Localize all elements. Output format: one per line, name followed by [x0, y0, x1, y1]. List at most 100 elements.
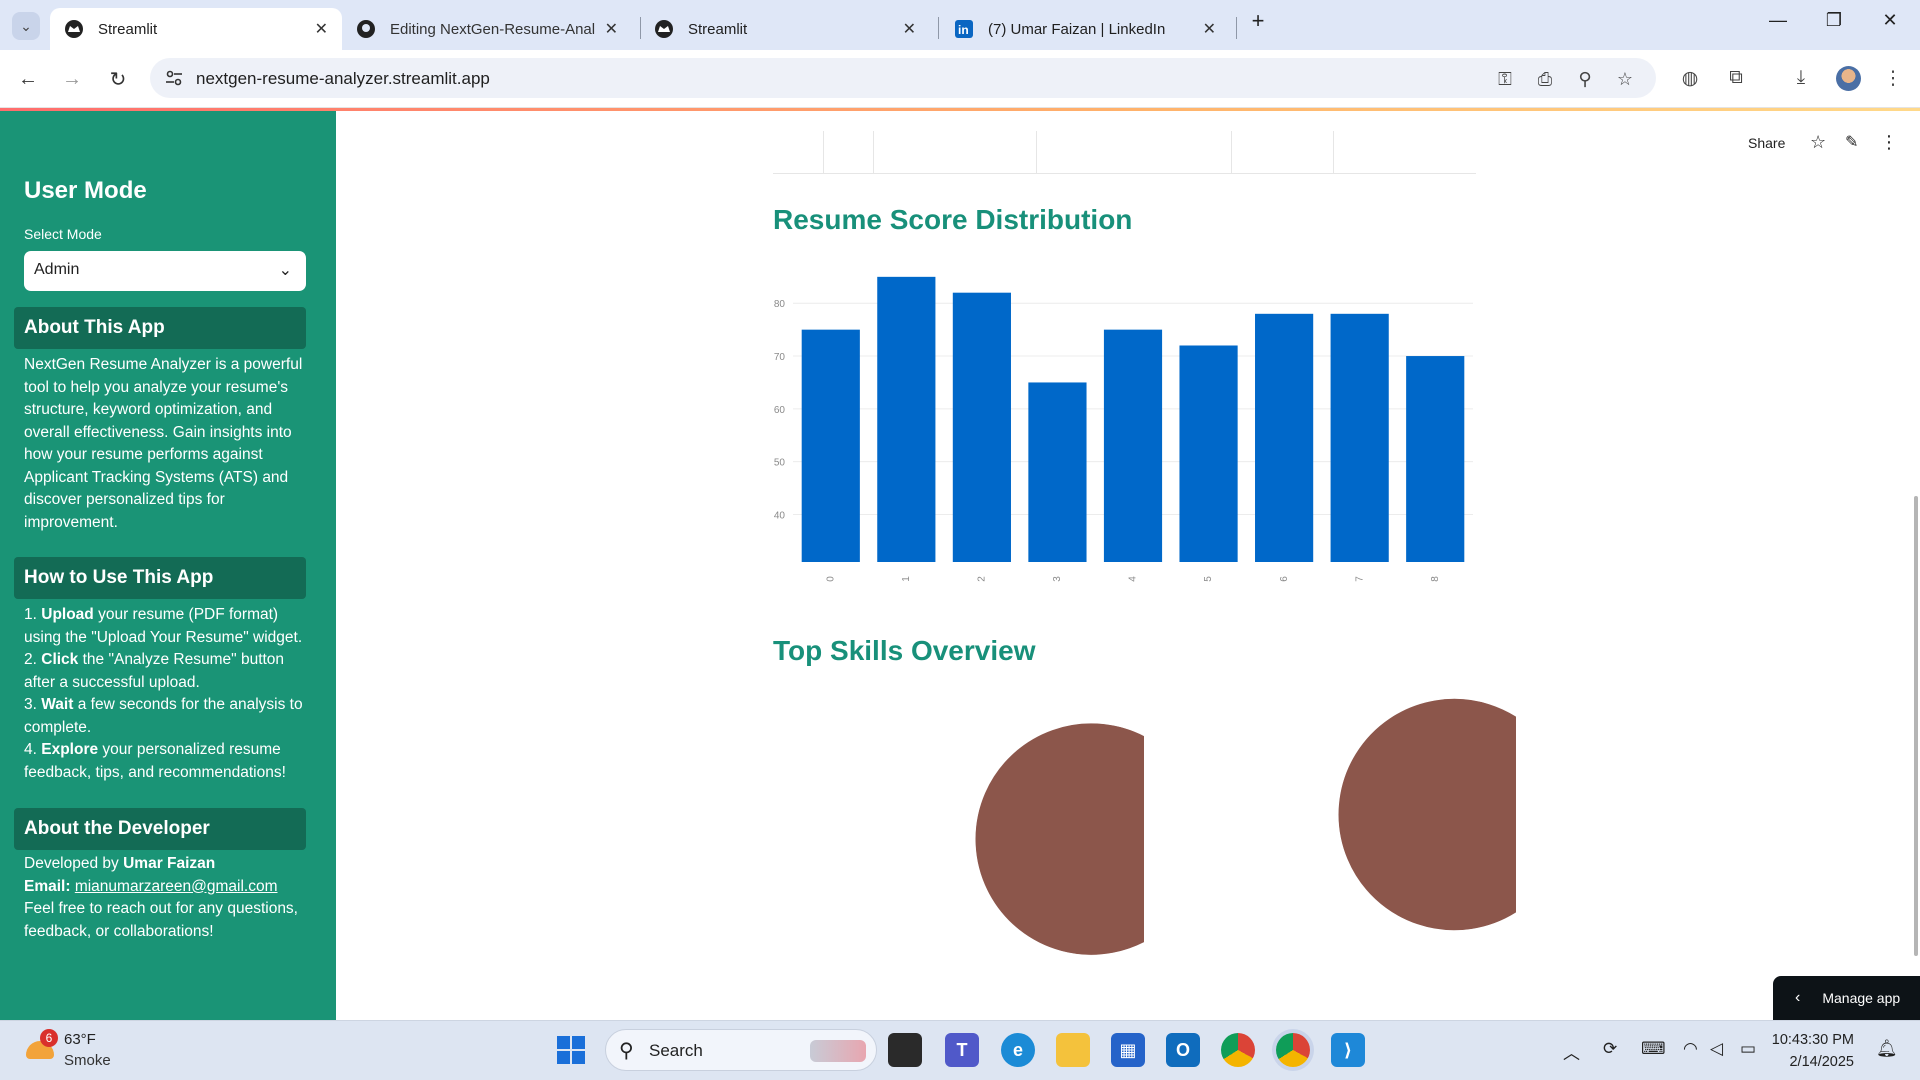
outlook-icon[interactable]: O — [1166, 1033, 1200, 1067]
edit-pencil-icon[interactable]: ✎ — [1845, 132, 1858, 152]
tab-streamlit-active[interactable]: Streamlit ✕ — [50, 8, 342, 50]
wifi-icon[interactable]: ◠ — [1683, 1039, 1698, 1059]
tab-github[interactable]: Editing NextGen-Resume-Analy ✕ — [342, 8, 632, 50]
search-label: Search — [649, 1041, 703, 1060]
score-distribution-title: Resume Score Distribution — [773, 204, 1133, 235]
streamlit-icon — [64, 19, 84, 39]
zoom-icon[interactable]: ⚲ — [1574, 68, 1596, 90]
linkedin-icon: in — [954, 19, 974, 39]
restore-icon[interactable]: ❐ — [1814, 10, 1854, 31]
tab-linkedin[interactable]: in (7) Umar Faizan | LinkedIn ✕ — [940, 8, 1230, 50]
url-omnibox[interactable]: nextgen-resume-analyzer.streamlit.app ⚿ … — [150, 58, 1656, 98]
close-icon[interactable]: ✕ — [1203, 19, 1216, 39]
battery-icon[interactable]: ▭ — [1740, 1039, 1756, 1059]
forward-icon[interactable]: → — [58, 65, 86, 93]
developer-line: Developed by Umar Faizan — [24, 855, 216, 872]
bar — [1406, 356, 1465, 562]
bar — [1330, 313, 1389, 562]
windows-start-icon[interactable] — [554, 1033, 588, 1067]
manage-app-label: Manage app — [1822, 990, 1901, 1006]
notification-bell-icon[interactable]: 🔔︎ — [1876, 1039, 1898, 1059]
chrome-icon[interactable] — [1276, 1033, 1310, 1067]
tab-title: Streamlit — [688, 20, 748, 38]
howto-steps: 1. Upload your resume (PDF format) using… — [24, 604, 314, 784]
download-icon[interactable]: ⤓ — [1788, 65, 1814, 91]
y-tick-label: 50 — [774, 458, 786, 469]
mode-select-value: Admin — [34, 261, 80, 278]
bar — [877, 276, 936, 562]
ms-store-icon[interactable]: ▦ — [1111, 1033, 1145, 1067]
extension-globe-icon[interactable]: ◍ — [1677, 65, 1703, 91]
select-mode-label: Select Mode — [24, 226, 102, 242]
file-explorer-icon[interactable] — [1056, 1033, 1090, 1067]
howto-heading: How to Use This App — [14, 557, 306, 599]
developer-heading: About the Developer — [14, 808, 306, 850]
close-icon[interactable]: ✕ — [605, 19, 618, 39]
x-tick-label: 1 — [901, 576, 912, 582]
install-app-icon[interactable]: ⎙ — [1534, 68, 1556, 90]
page-scrollbar[interactable] — [1914, 496, 1918, 956]
taskbar-search[interactable]: ⚲ Search — [605, 1029, 877, 1071]
vscode-icon[interactable]: ⟩ — [1331, 1033, 1365, 1067]
mode-select[interactable]: Admin ⌄ — [24, 251, 306, 291]
profile-avatar[interactable] — [1836, 66, 1861, 91]
tab-title: (7) Umar Faizan | LinkedIn — [988, 20, 1166, 38]
extensions-puzzle-icon[interactable]: ⧉ — [1723, 65, 1749, 91]
tab-streamlit[interactable]: Streamlit ✕ — [640, 8, 930, 50]
tab-search-chevron-icon[interactable]: ⌄ — [12, 12, 40, 40]
x-tick-label: 8 — [1430, 576, 1441, 582]
tab-title: Streamlit — [98, 20, 158, 38]
chevron-left-icon: ‹ — [1795, 989, 1801, 1006]
task-view-icon[interactable] — [888, 1033, 922, 1067]
edge-icon[interactable]: e — [1001, 1033, 1035, 1067]
tab-separator — [1236, 17, 1237, 39]
browser-menu-icon[interactable]: ⋮ — [1880, 65, 1906, 91]
bookmark-star-icon[interactable]: ☆ — [1614, 68, 1636, 90]
teams-icon[interactable]: T — [945, 1033, 979, 1067]
search-icon: ⚲ — [619, 1040, 634, 1062]
star-icon[interactable]: ☆ — [1810, 132, 1826, 153]
x-tick-label: 0 — [825, 576, 836, 582]
minimize-icon[interactable]: — — [1758, 10, 1798, 31]
system-clock[interactable]: 10:43:30 PM 2/14/2025 — [1772, 1029, 1854, 1073]
sidebar: User Mode Select Mode Admin ⌄ About This… — [0, 111, 336, 1021]
close-window-icon[interactable]: ✕ — [1870, 10, 1910, 31]
reload-icon[interactable]: ↻ — [104, 65, 132, 93]
volume-icon[interactable]: ◁ — [1710, 1039, 1723, 1059]
weather-widget[interactable]: 6 63°F Smoke — [20, 1027, 130, 1075]
sync-icon[interactable]: ⟳ — [1603, 1039, 1617, 1059]
developer-info: Developed by Umar Faizan Email: mianumar… — [24, 853, 314, 943]
clock-time: 10:43:30 PM — [1771, 1032, 1854, 1048]
close-icon[interactable]: ✕ — [315, 19, 328, 39]
new-tab-icon[interactable]: + — [1238, 8, 1278, 34]
howto-step: 1. Upload your resume (PDF format) using… — [24, 606, 303, 646]
manage-app-button[interactable]: ‹ Manage app — [1773, 976, 1920, 1020]
windows-taskbar: 6 63°F Smoke ⚲ Search T e ▦ O ⟩ ︿ ⟳ ⌨ ◠ … — [0, 1020, 1920, 1080]
site-settings-icon[interactable] — [164, 68, 184, 88]
bar — [801, 329, 860, 562]
weather-temp: 63°F — [64, 1031, 96, 1048]
chrome-profile-icon[interactable] — [1221, 1033, 1255, 1067]
close-icon[interactable]: ✕ — [903, 19, 916, 39]
bar — [1179, 345, 1238, 562]
current-skills-pie-chart: Current Skills3.6%Communication3.6%Teamw… — [974, 722, 1144, 956]
email-link[interactable]: mianumarzareen@gmail.com — [75, 878, 278, 895]
about-app-heading: About This App — [14, 307, 306, 349]
howto-step: 3. Wait a few seconds for the analysis t… — [24, 696, 303, 736]
app-menu-icon[interactable]: ⋮ — [1880, 132, 1898, 153]
tab-title: Editing NextGen-Resume-Analy — [390, 20, 595, 38]
password-key-icon[interactable]: ⚿ — [1494, 68, 1516, 90]
recommended-skills-pie-chart: Recommended Skills4.1%UI/UX Design2.6%Co… — [1337, 698, 1516, 931]
top-skills-title: Top Skills Overview — [773, 635, 1036, 666]
share-button[interactable]: Share — [1748, 135, 1785, 151]
howto-step: 2. Click the "Analyze Resume" button aft… — [24, 651, 285, 691]
tab-separator — [938, 17, 939, 39]
pie-slice — [1337, 698, 1516, 931]
keyboard-icon[interactable]: ⌨ — [1641, 1039, 1666, 1059]
tray-chevron-up-icon[interactable]: ︿ — [1563, 1039, 1580, 1064]
back-icon[interactable]: ← — [14, 65, 42, 93]
howto-step: 4. Explore your personalized resume feed… — [24, 741, 286, 781]
clock-date: 2/14/2025 — [1789, 1054, 1854, 1070]
about-app-text: NextGen Resume Analyzer is a powerful to… — [24, 356, 303, 531]
bar — [1028, 382, 1087, 562]
